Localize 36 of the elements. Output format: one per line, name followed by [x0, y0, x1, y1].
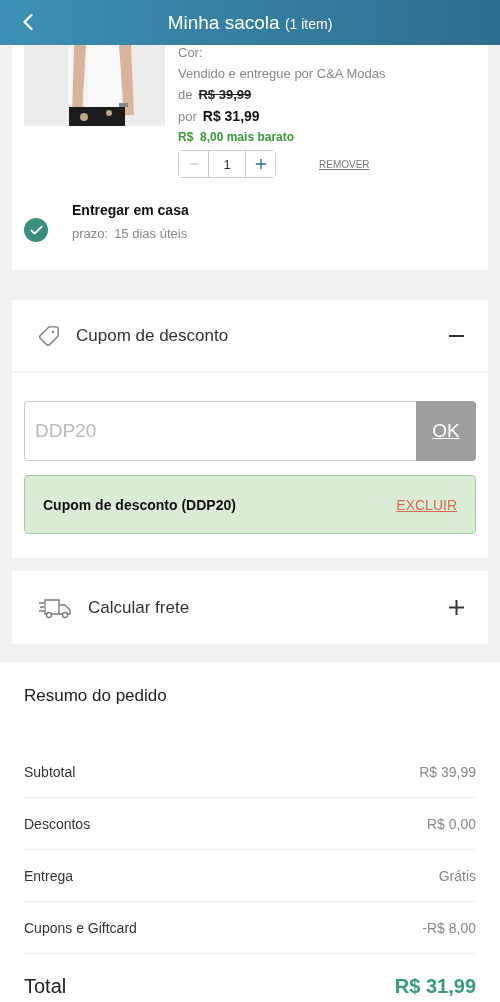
old-price: R$ 39,99	[198, 87, 252, 102]
page-title: Minha sacola (1 item)	[167, 11, 333, 34]
deadline-text: 15 dias úteis	[114, 225, 188, 241]
price: R$ 31,99	[202, 108, 260, 124]
ok-button[interactable]: OK	[416, 401, 476, 461]
expand-button[interactable]	[449, 600, 464, 615]
deadline-label: prazo:	[72, 225, 109, 241]
summary-value: Grátis	[438, 867, 476, 884]
summary-value: R$ 0,00	[426, 815, 476, 832]
price-prefix: por	[178, 109, 197, 124]
minus-icon	[449, 334, 464, 337]
summary-value: R$ 39,99	[419, 763, 476, 780]
applied-coupon-text: Cupom de desconto (DDP20)	[43, 496, 236, 513]
total-label: Total	[24, 974, 67, 998]
tag-icon	[38, 324, 60, 347]
shipping-title: Calcular frete	[88, 597, 191, 618]
delivery-title: Entregar em casa	[72, 201, 189, 218]
collapse-button[interactable]	[449, 334, 464, 337]
coupon-field[interactable]: DDP20	[24, 401, 416, 461]
summary-value: -R$ 8,00	[422, 919, 476, 936]
total-value: R$ 31,99	[394, 974, 476, 998]
delete-link[interactable]: EXCLUIR	[396, 496, 457, 513]
summary-label: Descontos	[24, 815, 91, 832]
summary-label: Cupons e Giftcard	[24, 919, 137, 936]
seller-text: Vendido e entregue por C&A Modas	[178, 66, 386, 81]
truck-icon	[38, 596, 72, 619]
plus-icon	[449, 600, 464, 615]
summary-label: Entrega	[24, 867, 74, 884]
check-icon[interactable]	[24, 218, 48, 242]
summary-title: Resumo do pedido	[24, 686, 168, 706]
savings-text: R$ 8,00 mais barato	[178, 130, 296, 144]
remove-link[interactable]: REMOVER	[319, 158, 370, 170]
old-price-prefix: de	[178, 87, 193, 102]
summary-label: Subtotal	[24, 763, 76, 780]
coupon-title: Cupom de desconto	[76, 325, 230, 346]
color-label: Cor:	[178, 45, 204, 60]
